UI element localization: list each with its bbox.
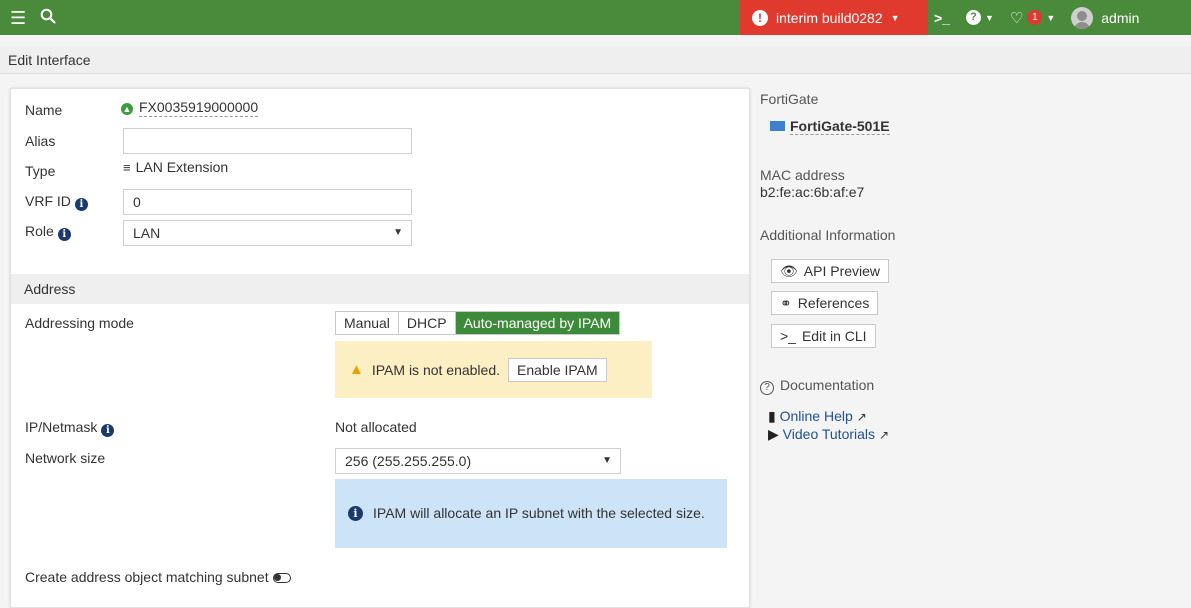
- book-icon: ▮: [768, 408, 776, 424]
- external-link-icon: ↗: [879, 428, 890, 442]
- caret-down-icon: ▼: [890, 12, 900, 23]
- role-label: Role: [25, 223, 54, 239]
- api-preview-button[interactable]: 👁 API Preview: [771, 259, 890, 283]
- name-value: FX0035919000000: [139, 99, 259, 117]
- additional-info-heading: Additional Information: [760, 227, 896, 243]
- vrf-id-label: VRF ID: [25, 193, 71, 209]
- address-section-header: Address: [11, 274, 749, 304]
- network-size-label: Network size: [25, 450, 106, 466]
- info-icon: i: [348, 506, 363, 521]
- question-circle-icon: ?: [760, 381, 774, 395]
- notification-count-badge: 1: [1027, 10, 1043, 25]
- addressing-mode-label: Addressing mode: [25, 315, 134, 331]
- notifications-button[interactable]: ♡ 1 ▼: [1010, 9, 1055, 27]
- online-help-link[interactable]: Online Help: [780, 408, 853, 424]
- video-camera-icon: ▶: [768, 426, 779, 442]
- type-value-group: ≡ LAN Extension: [123, 159, 228, 175]
- caret-down-icon: ▼: [984, 12, 994, 23]
- ipam-info-box: i IPAM will allocate an IP subnet with t…: [335, 479, 727, 548]
- external-link-icon: ↗: [856, 410, 867, 424]
- edit-in-cli-button[interactable]: >_ Edit in CLI: [771, 324, 876, 348]
- create-address-toggle[interactable]: [272, 573, 291, 583]
- build-version-label: interim build0282: [776, 9, 883, 26]
- top-bar-right: >_ ? ▼ ♡ 1 ▼ admin: [934, 0, 1139, 35]
- info-icon[interactable]: i: [74, 198, 88, 211]
- mac-heading: MAC address: [760, 167, 845, 183]
- page-title: Edit Interface: [0, 46, 1191, 74]
- info-icon[interactable]: i: [57, 228, 71, 241]
- top-bar-left: ☰: [10, 0, 56, 35]
- help-menu-button[interactable]: ? ▼: [965, 10, 994, 25]
- link-icon: ⚭: [780, 295, 792, 311]
- info-icon[interactable]: i: [101, 424, 115, 437]
- online-help-row[interactable]: ▮ Online Help ↗: [768, 408, 867, 425]
- documentation-heading-group: ? Documentation: [760, 377, 874, 395]
- alert-icon: !: [752, 9, 768, 26]
- ipam-warning-text: IPAM is not enabled.: [371, 361, 501, 378]
- top-bar: ☰ ! interim build0282 ▼ >_ ? ▼ ♡ 1 ▼ adm…: [0, 0, 1191, 35]
- vrf-id-value: 0: [133, 194, 141, 210]
- role-label-group: Role i: [25, 223, 71, 241]
- ipam-warning-box: ▲ IPAM is not enabled. Enable IPAM: [335, 341, 652, 398]
- vrf-id-label-group: VRF ID i: [25, 193, 88, 211]
- enable-ipam-button[interactable]: Enable IPAM: [508, 357, 607, 382]
- mode-dhcp[interactable]: DHCP: [398, 312, 456, 334]
- caret-down-icon: ▼: [1046, 12, 1056, 23]
- type-value: LAN Extension: [135, 159, 229, 175]
- cli-console-button[interactable]: >_: [934, 10, 950, 26]
- mac-value: b2:fe:ac:6b:af:e7: [760, 184, 865, 200]
- bell-icon: ♡: [1009, 9, 1024, 27]
- device-name: FortiGate-501E: [790, 118, 890, 135]
- references-button[interactable]: ⚭ References: [771, 291, 879, 315]
- device-name-group: FortiGate-501E: [770, 118, 890, 135]
- avatar: [1071, 6, 1094, 29]
- search-icon[interactable]: [40, 8, 56, 27]
- name-label: Name: [25, 102, 63, 118]
- eye-icon: 👁: [780, 263, 798, 279]
- ip-netmask-value: Not allocated: [335, 419, 417, 435]
- ip-netmask-label-group: IP/Netmask i: [25, 419, 115, 437]
- edit-interface-form: Name ▲ FX0035919000000 Alias Type ≡ LAN Ex…: [10, 88, 750, 608]
- lan-extension-icon: ≡: [123, 160, 131, 175]
- name-value-group: ▲ FX0035919000000: [121, 99, 259, 117]
- fortigate-device-icon: [770, 121, 785, 131]
- warning-icon: ▲: [349, 361, 364, 378]
- api-preview-label: API Preview: [803, 263, 881, 279]
- caret-down-icon: ▼: [602, 455, 612, 466]
- caret-down-icon: ▼: [393, 227, 403, 238]
- edit-in-cli-label: Edit in CLI: [801, 328, 867, 344]
- user-menu-button[interactable]: admin: [1071, 6, 1140, 29]
- vrf-id-input[interactable]: 0: [123, 189, 412, 215]
- terminal-icon: >_: [934, 9, 950, 26]
- fortigate-heading: FortiGate: [760, 91, 819, 107]
- create-address-label: Create address object matching subnet: [25, 569, 269, 585]
- role-value: LAN: [133, 225, 161, 241]
- alias-input[interactable]: [123, 128, 412, 154]
- mode-auto-ipam[interactable]: Auto-managed by IPAM: [455, 312, 620, 334]
- alias-label: Alias: [25, 133, 56, 149]
- type-label: Type: [25, 163, 56, 179]
- network-size-select[interactable]: 256 (255.255.255.0) ▼: [335, 448, 621, 474]
- help-icon: ?: [965, 10, 981, 25]
- build-version-button[interactable]: ! interim build0282 ▼: [740, 0, 928, 35]
- network-size-value: 256 (255.255.255.0): [345, 453, 472, 469]
- terminal-icon: >_: [780, 328, 796, 344]
- create-address-group: Create address object matching subnet: [25, 569, 291, 585]
- user-name: admin: [1101, 9, 1140, 26]
- mode-manual[interactable]: Manual: [336, 312, 399, 334]
- video-tutorials-row[interactable]: ▶ Video Tutorials ↗: [768, 426, 889, 443]
- references-label: References: [797, 295, 870, 311]
- documentation-heading: Documentation: [780, 377, 875, 393]
- video-tutorials-link[interactable]: Video Tutorials: [783, 426, 875, 442]
- role-select[interactable]: LAN ▼: [123, 220, 412, 246]
- ip-netmask-label: IP/Netmask: [25, 419, 98, 435]
- hamburger-menu-icon[interactable]: ☰: [10, 9, 26, 27]
- addressing-mode-selector: Manual DHCP Auto-managed by IPAM: [335, 311, 621, 335]
- interface-up-icon: ▲: [121, 103, 133, 115]
- ipam-info-text: IPAM will allocate an IP subnet with the…: [373, 505, 705, 521]
